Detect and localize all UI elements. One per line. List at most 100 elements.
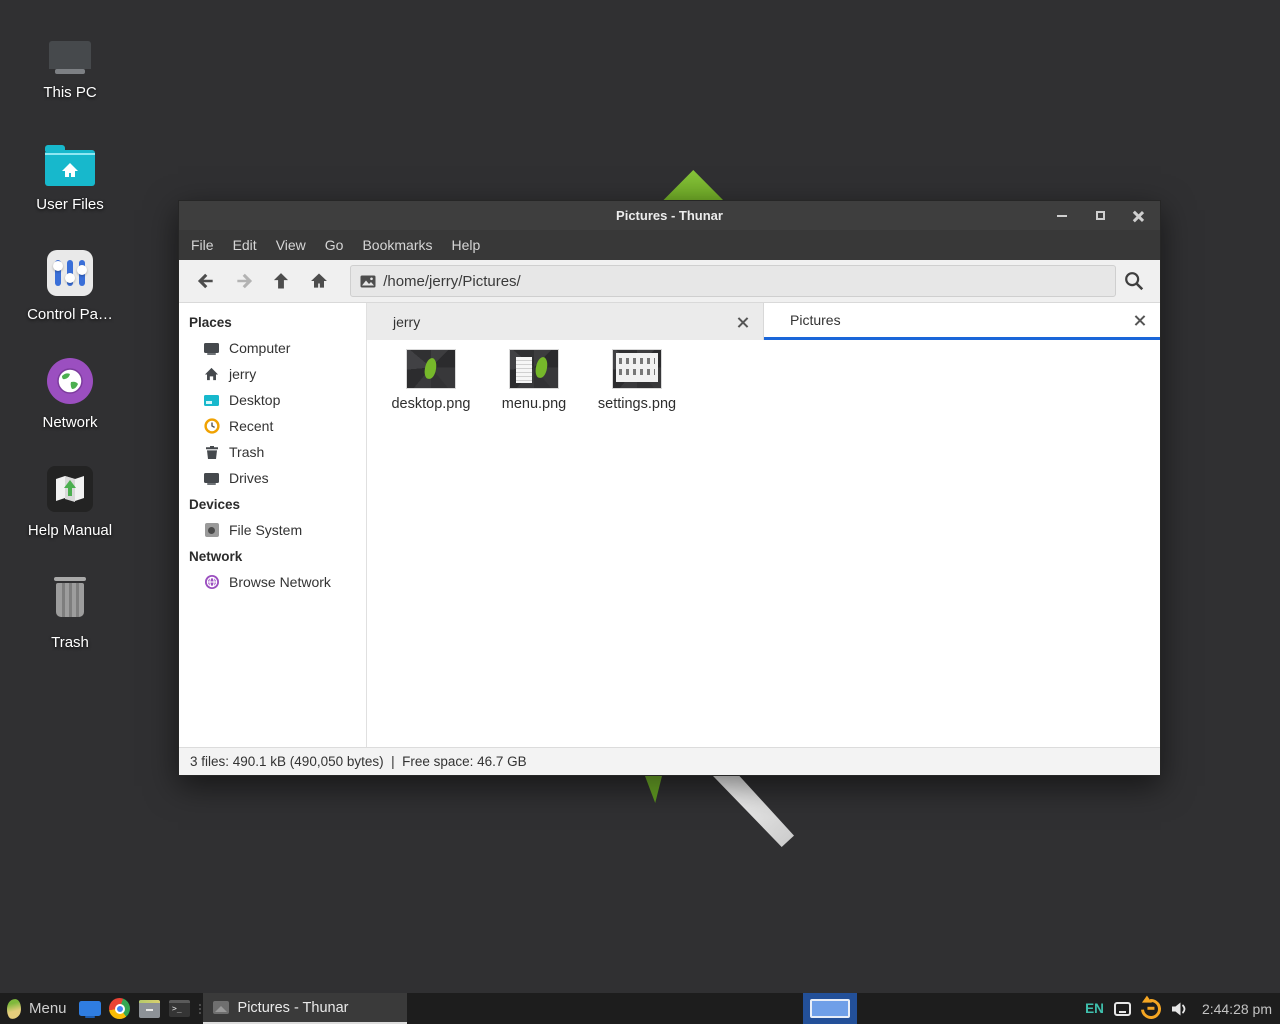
taskbar-item-thunar[interactable]: Pictures - Thunar (203, 993, 407, 1024)
maximize-icon (1096, 211, 1105, 220)
sidebar-header-devices: Devices (179, 491, 366, 517)
help-manual-icon (47, 462, 93, 512)
terminal-icon: >_ (169, 1000, 190, 1017)
display-tray-icon[interactable] (1114, 1002, 1131, 1016)
sidebar-item-trash[interactable]: Trash (179, 439, 366, 465)
sidebar-item-file-system[interactable]: File System (179, 517, 366, 543)
desktop-icon-label: Trash (51, 634, 89, 651)
forward-button[interactable] (225, 264, 263, 298)
desktop-icon-user-files[interactable]: User Files (20, 136, 120, 213)
sidebar-item-browse-network[interactable]: Browse Network (179, 569, 366, 595)
volume-icon[interactable] (1171, 1001, 1190, 1017)
keyboard-layout-indicator[interactable]: EN (1085, 1001, 1104, 1016)
tab-jerry[interactable]: jerry (367, 303, 763, 340)
launcher-chrome[interactable] (105, 993, 135, 1024)
home-glyph (61, 162, 79, 178)
maximize-button[interactable] (1088, 204, 1112, 228)
launcher-terminal[interactable]: >_ (165, 993, 195, 1024)
up-icon (271, 271, 291, 291)
filesystem-drive-icon (203, 523, 220, 537)
toolbar: /home/jerry/Pictures/ (179, 260, 1160, 303)
launcher-window[interactable] (75, 993, 105, 1024)
path-bar[interactable]: /home/jerry/Pictures/ (350, 265, 1116, 297)
trash-can-icon (52, 574, 88, 624)
computer-icon (203, 343, 220, 353)
workspace-switcher[interactable] (803, 993, 857, 1024)
sidebar-item-drives[interactable]: Drives (179, 465, 366, 491)
launcher-file-manager[interactable] (135, 993, 165, 1024)
update-manager-icon[interactable] (1137, 994, 1165, 1022)
status-bar: 3 files: 490.1 kB (490,050 bytes) | Free… (179, 747, 1160, 775)
chrome-icon (109, 998, 130, 1019)
sidebar-item-computer[interactable]: Computer (179, 335, 366, 361)
drives-icon (203, 473, 220, 483)
browse-network-globe-icon (203, 574, 220, 590)
this-pc-icon (49, 24, 91, 74)
menu-go[interactable]: Go (325, 237, 344, 253)
sidebar-item-recent[interactable]: Recent (179, 413, 366, 439)
desktop-icon-label: Control Pa… (27, 306, 113, 323)
recent-clock-icon (203, 418, 220, 434)
desktop-icon-this-pc[interactable]: This PC (20, 24, 120, 101)
tab-close-icon[interactable] (737, 316, 749, 328)
tab-pictures[interactable]: Pictures (764, 303, 1160, 340)
path-text: /home/jerry/Pictures/ (383, 273, 521, 290)
close-button[interactable] (1126, 204, 1150, 228)
menu-file[interactable]: File (191, 237, 214, 253)
forward-icon (234, 271, 254, 291)
desktop-icon-label: This PC (43, 84, 96, 101)
tasklist-grip (199, 1004, 201, 1014)
home-icon (309, 271, 329, 291)
desktop-icon-control-panel[interactable]: Control Pa… (20, 246, 120, 323)
home-button[interactable] (300, 264, 338, 298)
desktop-icon-label: Help Manual (28, 522, 112, 539)
minimize-button[interactable] (1050, 204, 1074, 228)
menubar: File Edit View Go Bookmarks Help (179, 230, 1160, 260)
tab-bar: jerry Pictures (367, 303, 1160, 340)
start-menu-button[interactable]: Menu (0, 993, 75, 1024)
desktop-screenshot-thumbnail (407, 350, 455, 388)
sidebar: Places Computer jerry Desktop (179, 303, 367, 747)
tab-close-icon[interactable] (1134, 314, 1146, 326)
clock[interactable]: 2:44:28 pm (1200, 1001, 1272, 1017)
menu-edit[interactable]: Edit (233, 237, 257, 253)
menu-label: Menu (29, 1000, 67, 1017)
menu-help[interactable]: Help (452, 237, 481, 253)
settings-screenshot-thumbnail (613, 350, 661, 388)
desktop-icon-network[interactable]: Network (20, 354, 120, 431)
mint-menu-icon (6, 998, 22, 1019)
menu-bookmarks[interactable]: Bookmarks (362, 237, 432, 253)
image-location-icon (360, 275, 376, 288)
desktop-icon-label: User Files (36, 196, 104, 213)
system-tray: EN 2:44:28 pm (1085, 993, 1280, 1024)
user-files-icon (45, 136, 95, 186)
workspace-1[interactable] (810, 999, 850, 1018)
minimize-icon (1057, 215, 1067, 217)
sidebar-item-desktop[interactable]: Desktop (179, 387, 366, 413)
close-icon (1132, 210, 1144, 222)
menu-view[interactable]: View (276, 237, 306, 253)
thunar-window: Pictures - Thunar File Edit View Go Book… (178, 200, 1161, 776)
desktop-icon-label: Network (42, 414, 97, 431)
sidebar-item-home[interactable]: jerry (179, 361, 366, 387)
trash-icon (203, 445, 220, 460)
desktop: This PC User Files Control Pa… (0, 0, 1280, 1024)
window-icon (79, 1001, 101, 1016)
search-icon (1123, 270, 1145, 292)
search-button[interactable] (1116, 264, 1152, 298)
back-icon (196, 271, 216, 291)
desktop-icon-help-manual[interactable]: Help Manual (20, 462, 120, 539)
back-button[interactable] (187, 264, 225, 298)
file-menu-png[interactable]: menu.png (484, 350, 584, 412)
file-view[interactable]: desktop.png menu.png settings.png (367, 340, 1160, 747)
up-button[interactable] (263, 264, 301, 298)
sidebar-header-network: Network (179, 543, 366, 569)
status-text: 3 files: 490.1 kB (490,050 bytes) | Free… (190, 754, 527, 769)
file-settings-png[interactable]: settings.png (587, 350, 687, 412)
network-globe-icon (47, 354, 93, 404)
desktop-icon-trash[interactable]: Trash (20, 574, 120, 651)
file-desktop-png[interactable]: desktop.png (381, 350, 481, 412)
window-title: Pictures - Thunar (616, 208, 723, 223)
titlebar[interactable]: Pictures - Thunar (179, 201, 1160, 230)
home-icon (203, 367, 220, 381)
